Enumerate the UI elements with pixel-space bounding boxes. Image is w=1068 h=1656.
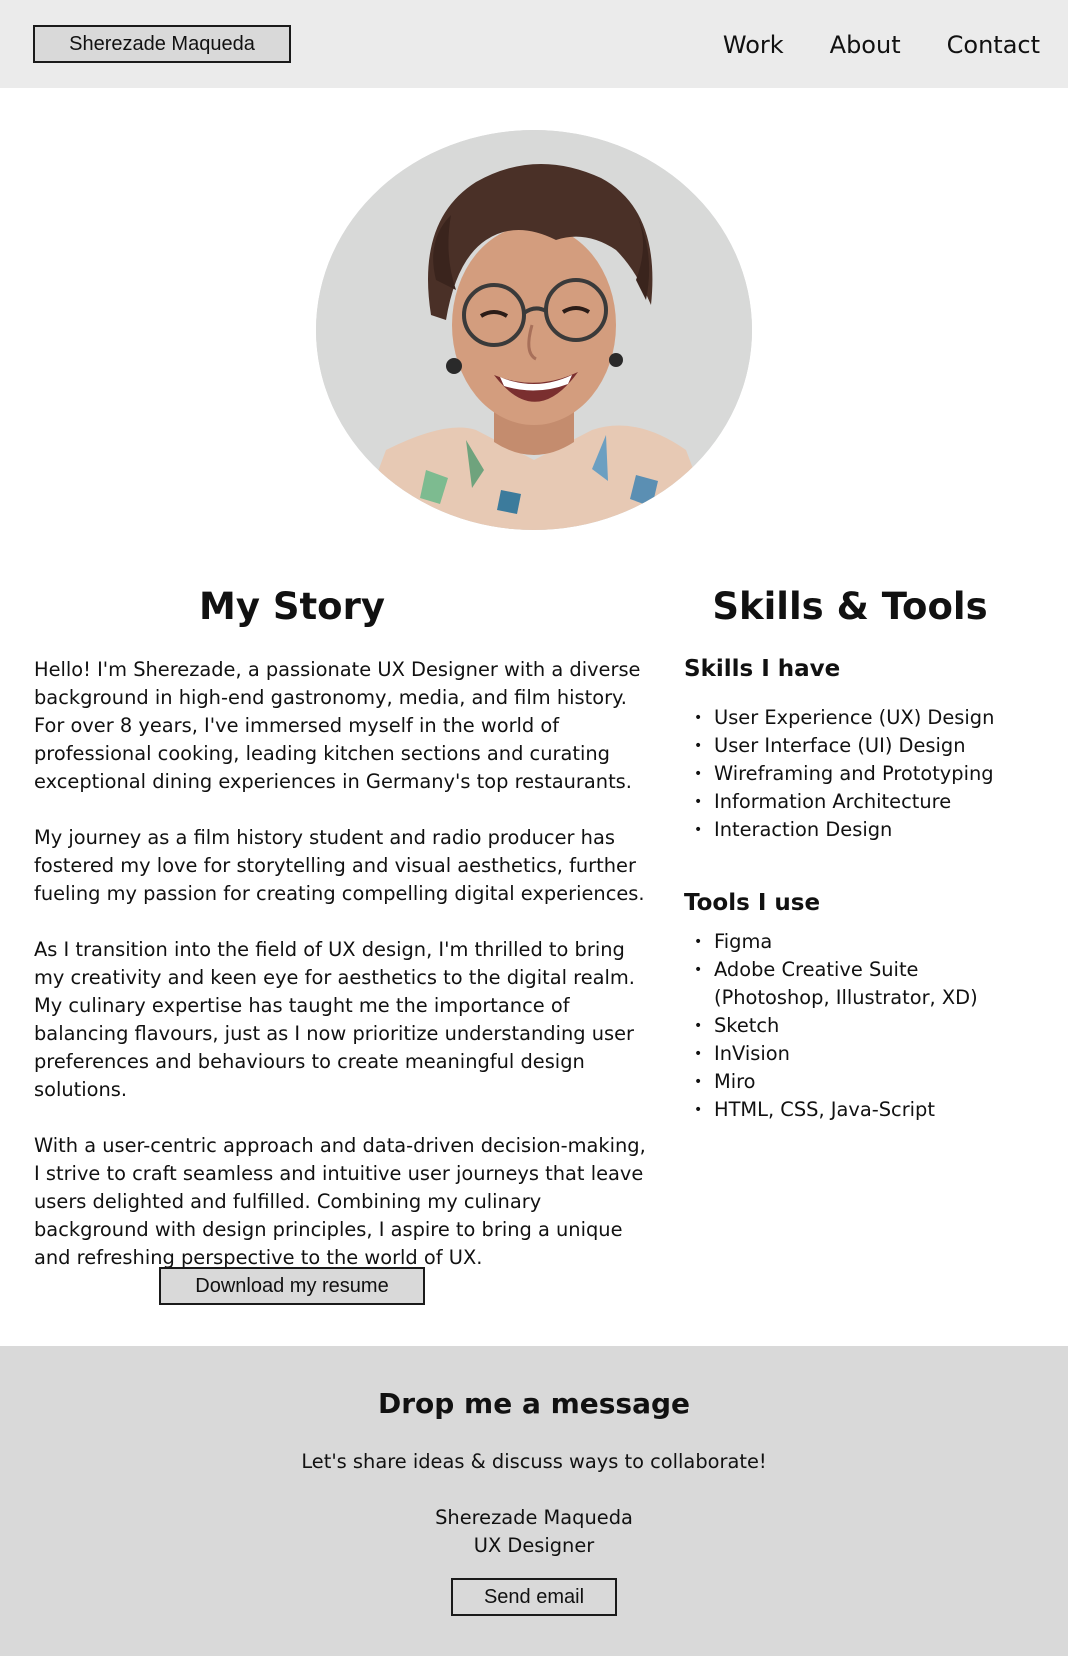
list-item: HTML, CSS, Java-Script (694, 1096, 1034, 1124)
main-nav: Work About Contact (677, 28, 1040, 62)
list-item: Interaction Design (694, 816, 1034, 844)
story-paragraph: My journey as a film history student and… (34, 826, 645, 905)
home-name-button[interactable]: Sherezade Maqueda (33, 25, 291, 63)
nav-link-contact[interactable]: Contact (947, 28, 1040, 62)
list-item: Wireframing and Prototyping (694, 760, 1034, 788)
skills-heading: Skills I have (684, 656, 841, 682)
skills-list: User Experience (UX) Design User Interfa… (694, 704, 1034, 844)
list-item: Sketch (694, 1012, 1034, 1040)
story-text: Hello! I'm Sherezade, a passionate UX De… (34, 656, 654, 1300)
list-item: Adobe Creative Suite (Photoshop, Illustr… (694, 956, 1034, 1012)
nav-link-about[interactable]: About (830, 28, 901, 62)
list-item: InVision (694, 1040, 1034, 1068)
send-email-button[interactable]: Send email (451, 1578, 617, 1616)
site-header: Sherezade Maqueda Work About Contact (0, 0, 1068, 88)
footer-name: Sherezade Maqueda (435, 1506, 633, 1529)
profile-photo (316, 130, 752, 530)
download-resume-button[interactable]: Download my resume (159, 1267, 425, 1305)
list-item: Figma (694, 928, 1034, 956)
contact-footer: Drop me a message Let's share ideas & di… (0, 1346, 1068, 1656)
story-paragraph: Hello! I'm Sherezade, a passionate UX De… (34, 658, 641, 793)
skills-title: Skills & Tools (712, 585, 988, 628)
footer-role: UX Designer (473, 1534, 595, 1557)
tools-heading: Tools I use (684, 890, 821, 916)
footer-title: Drop me a message (377, 1387, 691, 1420)
list-item: Information Architecture (694, 788, 1034, 816)
portrait-photo-icon (316, 130, 752, 530)
nav-link-work[interactable]: Work (723, 28, 784, 62)
footer-subtitle: Let's share ideas & discuss ways to coll… (301, 1450, 767, 1473)
list-item: Miro (694, 1068, 1034, 1096)
story-paragraph: With a user-centric approach and data-dr… (34, 1134, 646, 1269)
list-item: User Experience (UX) Design (694, 704, 1034, 732)
story-title: My Story (199, 585, 385, 628)
list-item: User Interface (UI) Design (694, 732, 1034, 760)
story-paragraph: As I transition into the field of UX des… (34, 938, 635, 1101)
tools-list: Figma Adobe Creative Suite (Photoshop, I… (694, 928, 1034, 1124)
